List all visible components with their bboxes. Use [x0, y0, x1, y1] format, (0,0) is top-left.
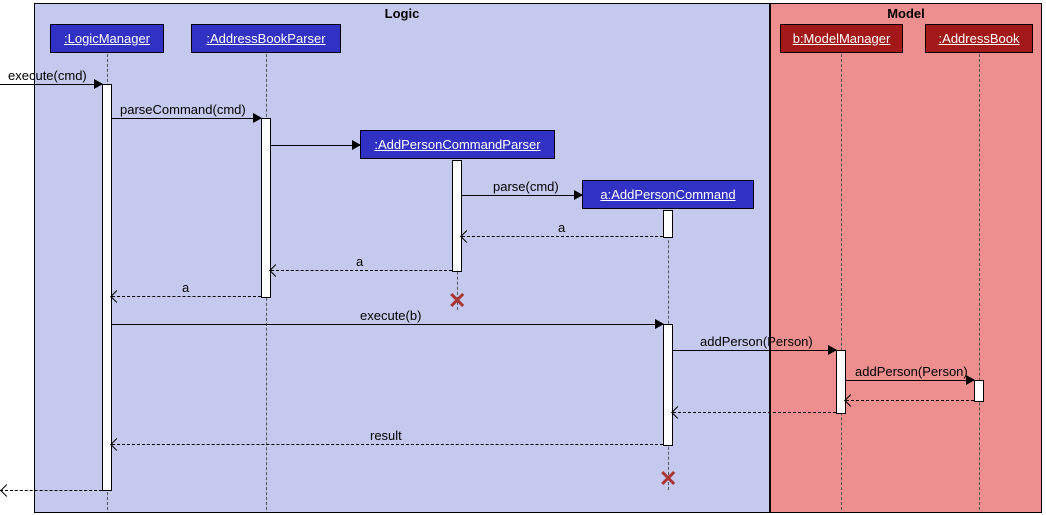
- lifeline-addressbook: :AddressBook: [925, 24, 1033, 53]
- return-ab-mm: [846, 400, 974, 401]
- activation-logicmanager: [102, 84, 112, 491]
- label-return-a-1: a: [558, 220, 565, 235]
- msg-addperson-2: [846, 380, 974, 381]
- activation-addpersoncommand-2: [663, 324, 673, 446]
- label-return-a-3: a: [182, 280, 189, 295]
- label-return-a-2: a: [356, 254, 363, 269]
- frame-logic: Logic: [34, 3, 770, 513]
- return-external: [0, 490, 102, 491]
- label-addperson-1: addPerson(Person): [700, 334, 813, 349]
- activation-addpersoncommand-1: [663, 210, 673, 238]
- arrow-return-external: [0, 484, 13, 497]
- return-a-3: [112, 296, 261, 297]
- frame-logic-label: Logic: [385, 6, 420, 21]
- label-execute-b: execute(b): [360, 308, 421, 323]
- lifeline-line-addressbook: [979, 54, 980, 510]
- frame-model: Model: [770, 3, 1042, 513]
- msg-execute-cmd: [0, 84, 102, 85]
- lifeline-logicmanager: :LogicManager: [50, 24, 164, 53]
- activation-addpersoncommandparser: [452, 160, 462, 272]
- lifeline-addpersoncommand: a:AddPersonCommand: [582, 180, 754, 209]
- msg-execute-b: [112, 324, 663, 325]
- arrow-execute-cmd: [94, 79, 103, 89]
- activation-modelmanager: [836, 350, 846, 414]
- msg-parsecommand: [112, 118, 261, 119]
- lifeline-addpersoncommandparser: :AddPersonCommandParser: [360, 130, 555, 159]
- return-result: [112, 444, 663, 445]
- return-a-1: [462, 236, 663, 237]
- arrow-addperson-1: [828, 345, 837, 355]
- sequence-diagram: Logic Model :LogicManager :AddressBookPa…: [0, 0, 1046, 515]
- label-parse: parse(cmd): [493, 179, 559, 194]
- lifeline-line-modelmanager: [841, 54, 842, 510]
- frame-model-label: Model: [887, 6, 925, 21]
- msg-create-apcp: [271, 145, 360, 146]
- lifeline-addressbookparser: :AddressBookParser: [191, 24, 341, 53]
- arrow-parsecommand: [253, 113, 262, 123]
- arrow-parse: [574, 190, 583, 200]
- label-return-result: result: [370, 428, 402, 443]
- msg-addperson-1: [673, 350, 836, 351]
- return-a-2: [271, 270, 452, 271]
- activation-addressbook: [974, 380, 984, 402]
- label-parsecommand: parseCommand(cmd): [120, 102, 246, 117]
- arrow-execute-b: [655, 319, 664, 329]
- return-mm-apc: [673, 412, 836, 413]
- lifeline-modelmanager: b:ModelManager: [780, 24, 903, 53]
- msg-parse: [462, 195, 582, 196]
- arrow-create-apcp: [352, 140, 361, 150]
- destroy-apc: ✕: [659, 466, 677, 492]
- destroy-apcp: ✕: [448, 288, 466, 314]
- label-addperson-2: addPerson(Person): [855, 364, 968, 379]
- label-execute-cmd: execute(cmd): [8, 68, 87, 83]
